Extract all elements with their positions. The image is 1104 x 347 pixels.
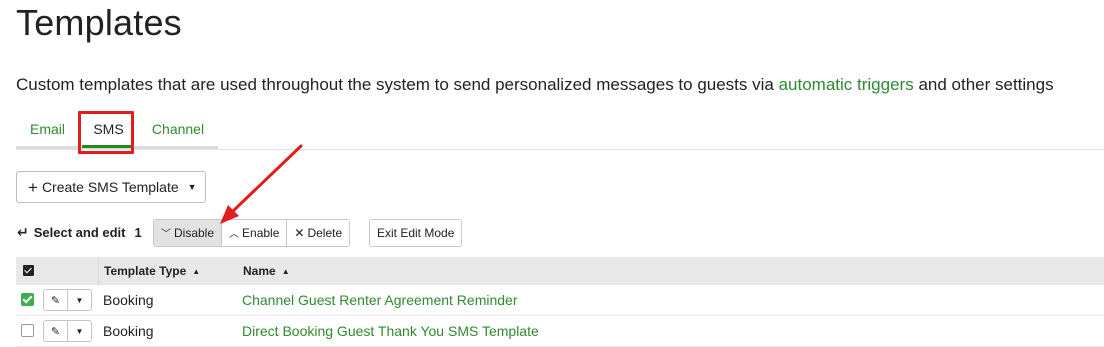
exit-edit-mode-button[interactable]: Exit Edit Mode: [369, 219, 463, 247]
caret-down-icon[interactable]: ▼: [68, 321, 91, 341]
header-divider: [98, 257, 99, 285]
selected-count: 1: [134, 225, 142, 240]
plus-icon: +: [28, 177, 38, 197]
row-checkbox[interactable]: [21, 293, 34, 306]
enable-label: Enable: [242, 226, 280, 240]
sort-asc-icon: ▲: [281, 267, 290, 276]
chevron-up-icon: ︿: [229, 229, 240, 240]
template-type-cell: Booking: [103, 292, 154, 308]
template-name-link[interactable]: Channel Guest Renter Agreement Reminder: [242, 285, 517, 315]
tab-channel[interactable]: Channel: [138, 112, 218, 146]
template-type-cell: Booking: [103, 323, 154, 339]
automatic-triggers-link[interactable]: automatic triggers: [779, 75, 914, 94]
select-and-edit: ↵ Select and edit 1: [17, 224, 142, 241]
column-header-name[interactable]: Name ▲: [243, 257, 290, 286]
x-icon: ✕: [294, 226, 305, 240]
disable-label: Disable: [174, 226, 215, 240]
row-checkbox[interactable]: [21, 324, 34, 337]
templates-table: Template Type ▲ Name ▲ ✎ ▼ Booking Channel…: [16, 257, 1104, 347]
sort-asc-icon: ▲: [192, 267, 201, 276]
sms-tab-highlight-annotation: [78, 111, 134, 154]
pencil-icon[interactable]: ✎: [44, 321, 68, 341]
column-label-name: Name: [243, 264, 276, 278]
create-sms-template-button[interactable]: + Create SMS Template ▼: [16, 171, 206, 203]
disable-button[interactable]: ﹀ Disable: [154, 220, 223, 246]
caret-down-icon: ▼: [187, 182, 197, 192]
enable-button[interactable]: ︿ Enable: [222, 220, 288, 246]
page-description: Custom templates that are used throughou…: [16, 75, 1054, 95]
caret-down-icon[interactable]: ▼: [68, 290, 91, 310]
page-title: Templates: [16, 2, 182, 43]
table-row: ✎ ▼ Booking Direct Booking Guest Thank Y…: [16, 316, 1104, 347]
description-text-end: and other settings: [913, 75, 1054, 94]
delete-button[interactable]: ✕ Delete: [287, 220, 350, 246]
select-edit-label: Select and edit: [33, 225, 126, 240]
column-label-template-type: Template Type: [104, 264, 187, 278]
pencil-icon[interactable]: ✎: [44, 290, 68, 310]
return-arrow-icon: ↵: [17, 224, 29, 240]
tab-email[interactable]: Email: [16, 112, 79, 146]
table-header: Template Type ▲ Name ▲: [16, 257, 1104, 285]
row-actions: ✎ ▼: [43, 289, 92, 311]
template-tabs: Email SMS Channel: [16, 112, 1104, 150]
select-all-checkbox[interactable]: [23, 265, 34, 276]
table-row: ✎ ▼ Booking Channel Guest Renter Agreeme…: [16, 285, 1104, 316]
description-text: Custom templates that are used throughou…: [16, 75, 779, 94]
chevron-down-icon: ﹀: [161, 229, 171, 240]
column-header-template-type[interactable]: Template Type ▲: [104, 257, 200, 286]
row-actions: ✎ ▼: [43, 320, 92, 342]
create-button-label: Create SMS Template: [41, 179, 179, 195]
delete-label: Delete: [307, 226, 343, 240]
bulk-action-group: ﹀ Disable ︿ Enable ✕ Delete: [153, 219, 351, 247]
template-name-link[interactable]: Direct Booking Guest Thank You SMS Templ…: [242, 316, 539, 346]
